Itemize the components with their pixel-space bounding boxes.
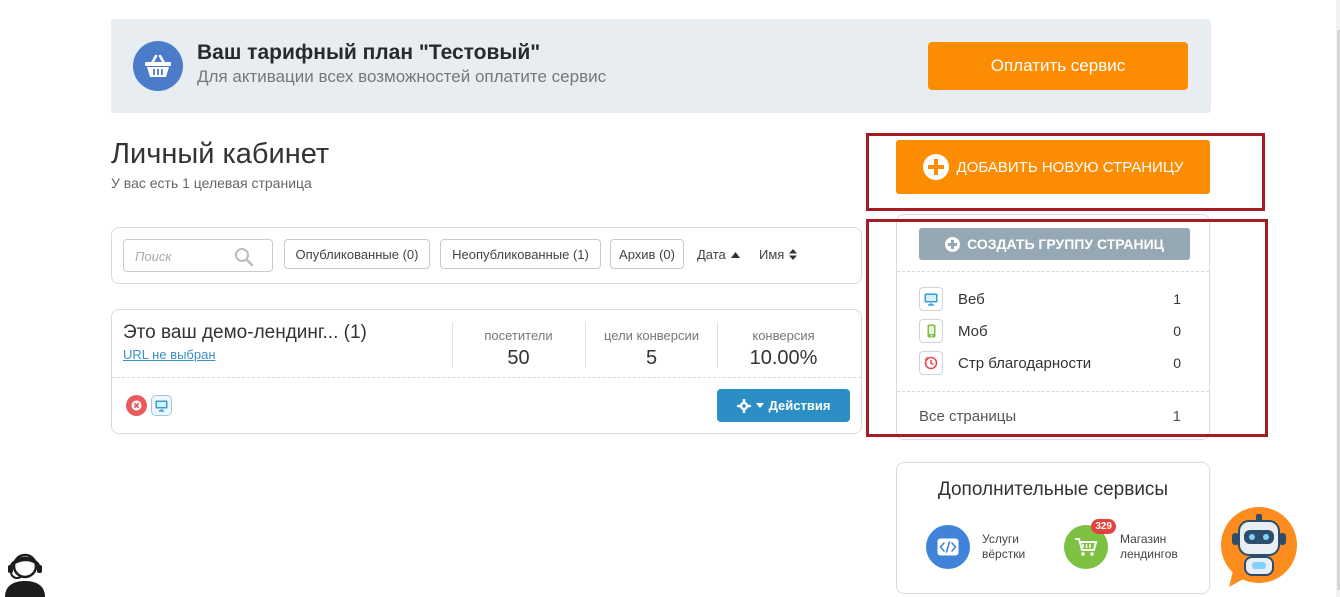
cart-icon: 329 <box>1064 519 1116 569</box>
services-title: Дополнительные сервисы <box>937 479 1169 500</box>
tariff-banner: Ваш тарифный план "Тестовый" Для активац… <box>111 19 1211 113</box>
sort-both-icon <box>789 249 798 260</box>
landing-url-link[interactable]: URL не выбран <box>123 347 216 362</box>
pay-service-button[interactable]: Оплатить сервис <box>928 42 1188 90</box>
card-divider <box>112 377 861 378</box>
stat-conversion-label: конверсия <box>752 328 815 343</box>
search-input[interactable]: Поиск <box>123 239 273 272</box>
filter-archive[interactable]: Архив (0) <box>610 239 684 269</box>
stat-goals: цели конверсии 5 <box>585 322 717 369</box>
extra-services-panel: Дополнительные сервисы Услуги вёрстки 32… <box>896 462 1210 594</box>
code-icon <box>926 525 970 569</box>
page-subtitle: У вас есть 1 целевая страница <box>111 175 312 191</box>
service-store-line2: лендингов <box>1120 547 1178 561</box>
unpublished-status-icon[interactable] <box>126 395 147 416</box>
sort-name-label: Имя <box>759 247 785 262</box>
store-count-badge: 329 <box>1091 519 1116 534</box>
sort-date[interactable]: Дата <box>697 247 740 262</box>
stat-conversion-value: 10.00% <box>749 347 818 369</box>
service-layout-line1: Услуги <box>982 532 1019 546</box>
filter-unpublished[interactable]: Неопубликованные (1) <box>440 239 601 269</box>
actions-label: Действия <box>768 398 831 413</box>
stat-conversion: конверсия 10.00% <box>717 322 849 369</box>
support-operator-icon[interactable] <box>2 546 48 597</box>
service-layout-line2: вёрстки <box>982 547 1026 561</box>
stat-visitors-value: 50 <box>507 347 530 369</box>
stat-visitors-label: посетители <box>484 328 553 343</box>
tariff-subtitle: Для активации всех возможностей оплатите… <box>197 67 607 86</box>
actions-dropdown-button[interactable]: Действия <box>717 389 850 422</box>
gear-icon <box>736 398 751 413</box>
sort-asc-icon <box>730 251 740 258</box>
highlight-frame-add <box>866 133 1265 211</box>
basket-icon <box>133 41 183 91</box>
desktop-icon[interactable] <box>151 395 172 416</box>
page-title: Личный кабинет <box>111 138 330 170</box>
chat-bot-icon[interactable] <box>1219 505 1299 589</box>
landing-title[interactable]: Это ваш демо-лендинг... (1) <box>123 322 367 344</box>
service-store[interactable]: 329 Магазин лендингов <box>1064 519 1178 569</box>
search-icon[interactable] <box>234 247 254 267</box>
caret-down-icon <box>755 403 764 408</box>
highlight-frame-groups <box>866 219 1268 437</box>
tariff-title: Ваш тарифный план "Тестовый" <box>197 41 541 64</box>
sort-name[interactable]: Имя <box>759 247 798 262</box>
search-placeholder: Поиск <box>135 249 172 264</box>
stat-goals-label: цели конверсии <box>603 328 700 343</box>
filter-bar: Поиск Опубликованные (0) Неопубликованны… <box>111 227 862 284</box>
filter-published[interactable]: Опубликованные (0) <box>284 239 430 269</box>
stat-goals-value: 5 <box>645 347 658 369</box>
service-store-line1: Магазин <box>1120 532 1167 546</box>
landing-card: Это ваш демо-лендинг... (1) URL не выбра… <box>111 309 862 434</box>
stat-visitors: посетители 50 <box>452 322 584 369</box>
service-layout[interactable]: Услуги вёрстки <box>926 525 1025 569</box>
sort-date-label: Дата <box>697 247 726 262</box>
